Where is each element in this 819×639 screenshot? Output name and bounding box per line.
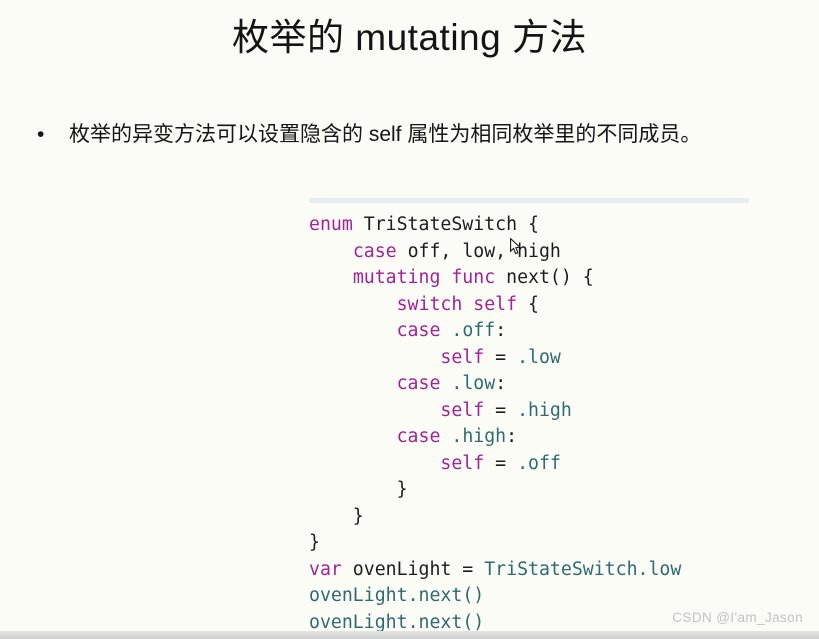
code-token: TriStateSwitch { xyxy=(352,214,539,235)
code-line: } xyxy=(309,530,749,557)
code-token: .low xyxy=(517,346,561,368)
code-token: mutating func xyxy=(352,267,496,288)
code-line: case off, low, high xyxy=(309,239,749,266)
code-token: = xyxy=(484,346,518,368)
code-line: case .low: xyxy=(309,371,749,398)
code-token: TriStateSwitch.low xyxy=(484,558,682,580)
code-token: } xyxy=(309,532,320,553)
code-line: case .off: xyxy=(309,318,749,345)
code-token: off, low, high xyxy=(396,240,561,262)
code-block: enum TriStateSwitch { case off, low, hig… xyxy=(309,198,749,636)
code-line: self = .off xyxy=(309,451,749,478)
bullet-item-label: 枚举的异变方法可以设置隐含的 self 属性为相同枚举里的不同成员。 xyxy=(69,123,702,146)
code-line: mutating func next() { xyxy=(309,265,749,292)
code-line: ovenLight.next() xyxy=(309,583,749,610)
code-line: var ovenLight = TriStateSwitch.low xyxy=(309,557,749,584)
code-token: : xyxy=(495,320,507,341)
code-token: } xyxy=(309,505,364,527)
watermark-label: CSDN @I'am_Jason xyxy=(672,610,803,625)
code-token: } xyxy=(309,479,408,500)
code-line: self = .low xyxy=(309,345,749,372)
code-token: next() { xyxy=(495,267,594,288)
code-token: ovenLight xyxy=(309,585,408,606)
code-token: ovenLight xyxy=(309,611,408,633)
code-token: = xyxy=(484,399,518,421)
code-token: . xyxy=(407,585,419,606)
code-token: .off xyxy=(517,452,561,474)
code-line: self = .high xyxy=(309,398,749,425)
code-token: var xyxy=(309,558,342,580)
code-token: ovenLight = xyxy=(341,558,485,580)
code-token: case xyxy=(396,320,441,341)
code-token: : xyxy=(506,426,518,447)
code-token: case xyxy=(396,373,441,394)
code-token: { xyxy=(517,293,539,315)
code-token: : xyxy=(495,373,507,394)
code-token: . xyxy=(407,611,419,633)
code-token: next() xyxy=(418,611,485,633)
code-line: switch self { xyxy=(309,292,749,319)
bottom-toolbar-strip xyxy=(0,631,819,639)
code-token: = xyxy=(484,452,518,474)
code-line: enum TriStateSwitch { xyxy=(309,212,749,239)
code-line: case .high: xyxy=(309,424,749,451)
code-token: enum xyxy=(309,214,353,235)
code-listing: enum TriStateSwitch { case off, low, hig… xyxy=(309,203,749,636)
code-token: switch self xyxy=(396,293,518,315)
bullet-list-item: • 枚举的异变方法可以设置隐含的 self 属性为相同枚举里的不同成员。 xyxy=(33,121,811,149)
code-token: case xyxy=(396,426,441,447)
code-token: .low xyxy=(451,373,496,394)
code-token: .off xyxy=(451,320,496,341)
code-token: next() xyxy=(418,585,485,606)
bullet-marker-icon: • xyxy=(37,123,45,146)
code-line: } xyxy=(309,477,749,504)
slide-canvas: 枚举的 mutating 方法 • 枚举的异变方法可以设置隐含的 self 属性… xyxy=(0,0,819,639)
page-title: 枚举的 mutating 方法 xyxy=(232,17,587,58)
code-token: self xyxy=(440,452,485,474)
code-token: .high xyxy=(451,426,507,447)
code-token: case xyxy=(352,240,397,262)
code-token: .high xyxy=(517,399,572,421)
code-token: self xyxy=(440,346,485,368)
code-line: } xyxy=(309,504,749,531)
code-token: self xyxy=(440,399,485,421)
